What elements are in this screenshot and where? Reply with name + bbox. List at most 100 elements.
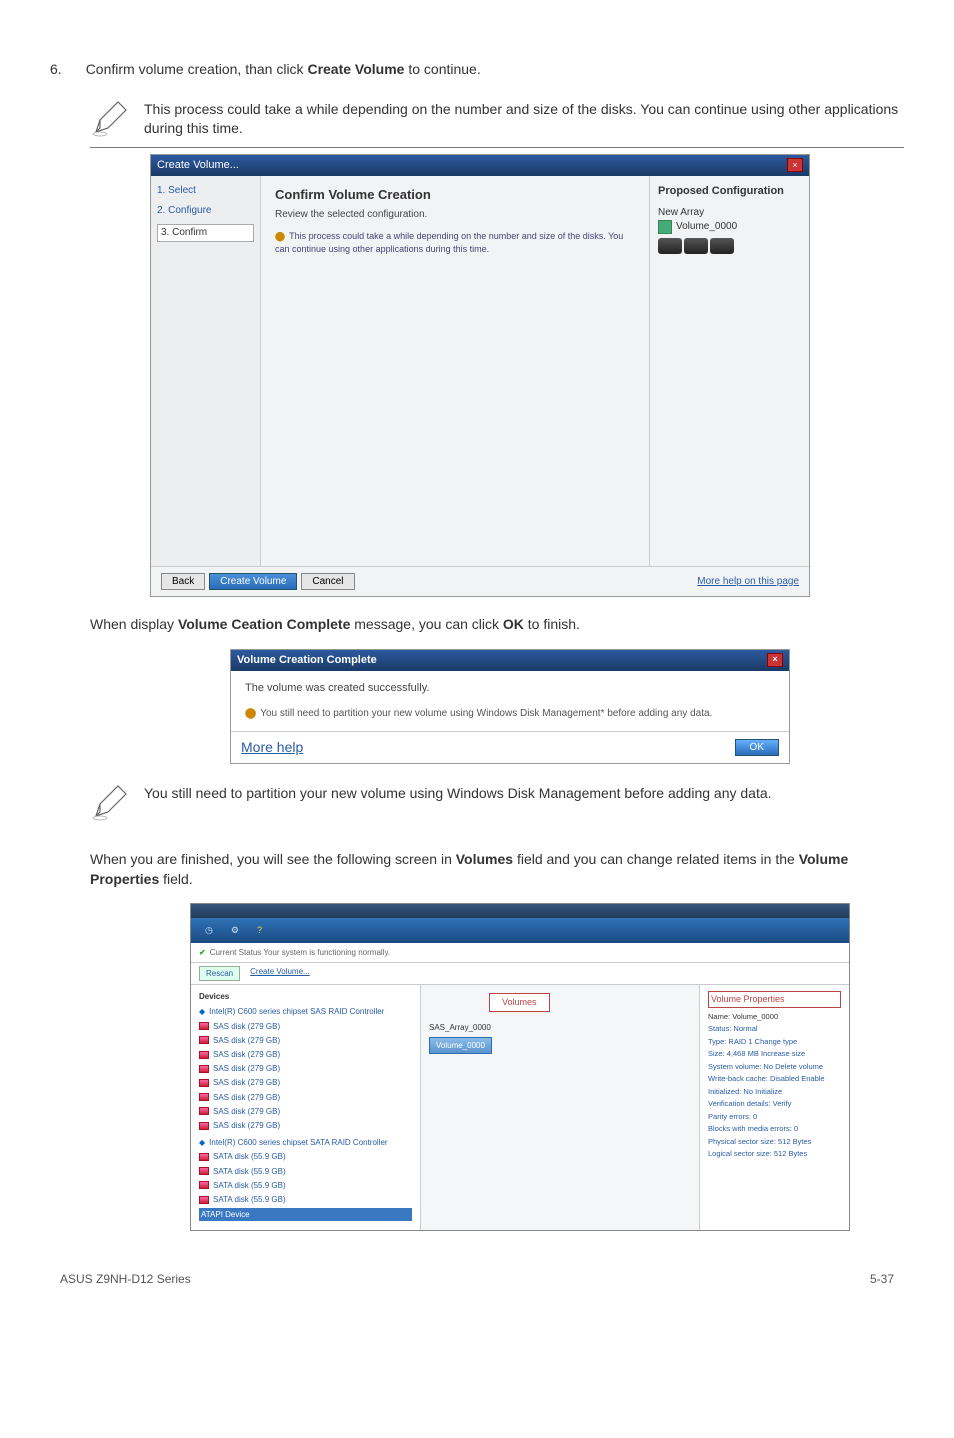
prop-row: Blocks with media errors: 0 <box>708 1124 841 1135</box>
disk-label: SATA disk (55.9 GB) <box>213 1194 286 1205</box>
controller-row[interactable]: ◆Intel(R) C600 series chipset SATA RAID … <box>199 1137 412 1148</box>
prop-row: Name: Volume_0000 <box>708 1012 841 1023</box>
dlg2-hint-text: You still need to partition your new vol… <box>260 708 712 719</box>
controller-row[interactable]: ◆ Intel(R) C600 series chipset SAS RAID C… <box>199 1006 412 1017</box>
page-footer: ASUS Z9NH-D12 Series 5-37 <box>50 1271 904 1288</box>
wizard-steps-sidebar: 1. Select 2. Configure 3. Confirm <box>151 176 261 566</box>
disk-row-selected[interactable]: ATAPI Device <box>199 1208 412 1221</box>
prop-row: Physical sector size: 512 Bytes <box>708 1137 841 1148</box>
disk-row[interactable]: SATA disk (55.9 GB) <box>199 1151 412 1162</box>
para1-bold1: Volume Ceation Complete <box>178 616 350 632</box>
disk-label: SATA disk (55.9 GB) <box>213 1151 286 1162</box>
disk-row[interactable]: SAS disk (279 GB) <box>199 1063 412 1074</box>
dialog-title-text: Create Volume... <box>157 158 239 173</box>
create-volume-dialog: Create Volume... × 1. Select 2. Configur… <box>150 154 810 597</box>
info-icon: ⬤ <box>245 708 256 719</box>
footer-page-number: 5-37 <box>870 1271 894 1288</box>
disk-icon <box>199 1153 209 1161</box>
atapi-label: ATAPI Device <box>201 1209 250 1220</box>
status-banner-text: Current Status Your system is functionin… <box>210 947 390 958</box>
disk-row[interactable]: SAS disk (279 GB) <box>199 1092 412 1103</box>
rst-status-window: ◷ ⚙ ? ✔ Current Status Your system is fu… <box>190 903 850 1231</box>
prop-row: Parity errors: 0 <box>708 1112 841 1123</box>
new-array-label: New Array <box>658 206 801 220</box>
step-6-line: 6. Confirm volume creation, than click C… <box>50 60 904 80</box>
disk-row[interactable]: SAS disk (279 GB) <box>199 1049 412 1060</box>
wizard-step-2: 2. Configure <box>157 204 254 218</box>
step-text-after: to continue. <box>404 61 480 77</box>
note-1-text: This process could take a while dependin… <box>144 98 904 139</box>
check-icon: ✔ <box>199 947 206 958</box>
prop-row: Type: RAID 1 Change type <box>708 1037 841 1048</box>
disk-badge-icon <box>710 238 734 254</box>
cancel-button[interactable]: Cancel <box>301 573 354 590</box>
volume-item[interactable]: Volume_0000 <box>429 1037 492 1054</box>
prop-row: Initialized: No Initialize <box>708 1087 841 1098</box>
toolbar-tabs: ◷ ⚙ ? <box>191 918 849 943</box>
dlg2-title-text: Volume Creation Complete <box>237 653 377 668</box>
status-banner: ✔ Current Status Your system is function… <box>191 943 849 963</box>
create-volume-link[interactable]: Create Volume... <box>250 966 310 981</box>
disk-icon <box>199 1167 209 1175</box>
action-row: Rescan Create Volume... <box>191 963 849 985</box>
disk-row[interactable]: SAS disk (279 GB) <box>199 1106 412 1117</box>
close-icon[interactable]: × <box>767 653 783 667</box>
step-number: 6. <box>50 60 62 80</box>
disk-icon <box>199 1079 209 1087</box>
status-body: Devices ◆Intel(R) C600 series chipset SA… <box>191 985 849 1230</box>
dialog-main: Confirm Volume Creation Review the selec… <box>261 176 649 566</box>
disk-icon <box>199 1093 209 1101</box>
confirm-heading: Confirm Volume Creation <box>275 186 635 204</box>
create-volume-button[interactable]: Create Volume <box>209 573 297 590</box>
dlg2-titlebar: Volume Creation Complete × <box>231 650 789 671</box>
back-button[interactable]: Back <box>161 573 205 590</box>
close-icon[interactable]: × <box>787 158 803 172</box>
disk-row[interactable]: SAS disk (279 GB) <box>199 1035 412 1046</box>
para1-mid: message, you can click <box>350 616 503 632</box>
disk-badge-icon <box>658 238 682 254</box>
disk-row[interactable]: SATA disk (55.9 GB) <box>199 1166 412 1177</box>
disk-label: SATA disk (55.9 GB) <box>213 1166 286 1177</box>
disk-row[interactable]: SAS disk (279 GB) <box>199 1077 412 1088</box>
proposed-config-panel: Proposed Configuration New Array Volume_… <box>649 176 809 566</box>
volumes-header: Volumes <box>489 993 550 1012</box>
devices-header: Devices <box>199 991 412 1002</box>
para1-after: to finish. <box>524 616 580 632</box>
volume-properties-panel: Volume Properties Name: Volume_0000 Stat… <box>699 985 849 1230</box>
tab-status[interactable]: ◷ <box>199 922 219 939</box>
disk-icon <box>199 1051 209 1059</box>
volume-complete-dialog: Volume Creation Complete × The volume wa… <box>230 649 790 764</box>
wizard-step-3: 3. Confirm <box>157 224 254 242</box>
prop-row: System volume: No Delete volume <box>708 1062 841 1073</box>
disk-label: SAS disk (279 GB) <box>213 1063 280 1074</box>
disk-row[interactable]: SATA disk (55.9 GB) <box>199 1180 412 1191</box>
disk-row[interactable]: SAS disk (279 GB) <box>199 1021 412 1032</box>
disk-row[interactable]: SAS disk (279 GB) <box>199 1120 412 1131</box>
controller-label: Intel(R) C600 series chipset SAS RAID Co… <box>209 1006 384 1017</box>
more-help-link[interactable]: More help on this page <box>697 575 799 589</box>
note-1: This process could take a while dependin… <box>90 98 904 148</box>
volumes-area: Volumes SAS_Array_0000 Volume_0000 <box>421 985 699 1230</box>
disk-label: SAS disk (279 GB) <box>213 1049 280 1060</box>
chip-icon: ◆ <box>199 1006 205 1017</box>
pencil-icon <box>90 782 130 822</box>
dlg2-success-text: The volume was created successfully. <box>245 681 775 696</box>
ok-button[interactable]: OK <box>735 739 779 756</box>
volume-properties-header: Volume Properties <box>708 991 841 1008</box>
dialog-titlebar: Create Volume... × <box>151 155 809 176</box>
pencil-icon <box>90 98 130 138</box>
tab-preferences[interactable]: ⚙ <box>225 922 245 939</box>
proposed-config-title: Proposed Configuration <box>658 184 801 199</box>
prop-row: Size: 4,468 MB Increase size <box>708 1049 841 1060</box>
paragraph-completion: When display Volume Ceation Complete mes… <box>90 615 864 635</box>
disk-row[interactable]: SATA disk (55.9 GB) <box>199 1194 412 1205</box>
rescan-button[interactable]: Rescan <box>199 966 240 981</box>
disk-label: SAS disk (279 GB) <box>213 1077 280 1088</box>
footer-left: ASUS Z9NH-D12 Series <box>60 1271 191 1288</box>
more-help-link[interactable]: More help <box>241 738 303 758</box>
disk-label: SAS disk (279 GB) <box>213 1106 280 1117</box>
disk-icon <box>199 1022 209 1030</box>
confirm-hint: ⬤This process could take a while dependi… <box>275 230 635 255</box>
tab-help[interactable]: ? <box>251 922 268 939</box>
volume-label: Volume_0000 <box>676 220 737 234</box>
